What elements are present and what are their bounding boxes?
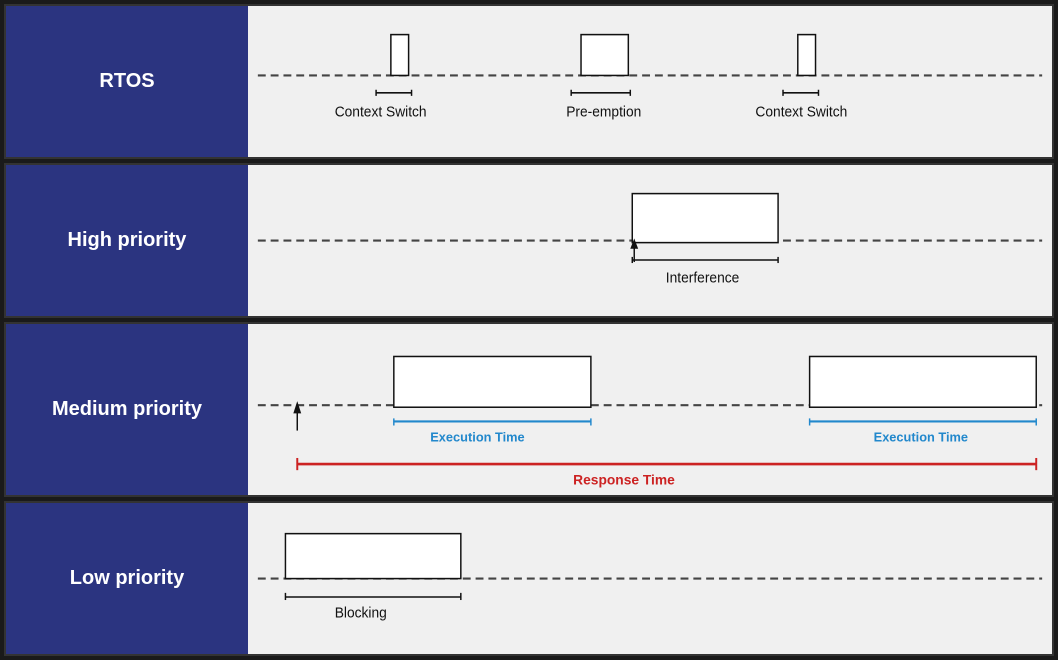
svg-text:Context Switch: Context Switch [755,103,847,119]
high-priority-label-cell: High priority [6,165,248,316]
medium-priority-diagram: Execution Time Execution Time Response T… [248,324,1052,495]
high-priority-row: High priority Interference [4,163,1054,318]
low-priority-row: Low priority Blocking [4,501,1054,656]
rtos-diagram: Context Switch Pre-emption Context Switc… [248,6,1052,157]
svg-text:Blocking: Blocking [335,604,387,620]
svg-text:Context Switch: Context Switch [335,103,427,119]
low-priority-label-cell: Low priority [6,503,248,654]
low-priority-diagram: Blocking [248,503,1052,654]
svg-text:Execution Time: Execution Time [430,430,524,445]
rtos-row: RTOS Context Switch Pre-emption [4,4,1054,159]
high-priority-label: High priority [68,229,187,252]
rtos-label-cell: RTOS [6,6,248,157]
rtos-label: RTOS [99,70,154,93]
svg-text:Response Time: Response Time [573,471,675,487]
low-priority-label: Low priority [70,567,184,590]
medium-priority-row: Medium priority Execution Time Execution… [4,322,1054,497]
high-priority-diagram: Interference [248,165,1052,316]
medium-priority-label-cell: Medium priority [6,324,248,495]
medium-priority-label: Medium priority [52,398,202,421]
svg-text:Pre-emption: Pre-emption [566,103,641,119]
svg-text:Execution Time: Execution Time [874,430,968,445]
svg-text:Interference: Interference [666,269,740,285]
